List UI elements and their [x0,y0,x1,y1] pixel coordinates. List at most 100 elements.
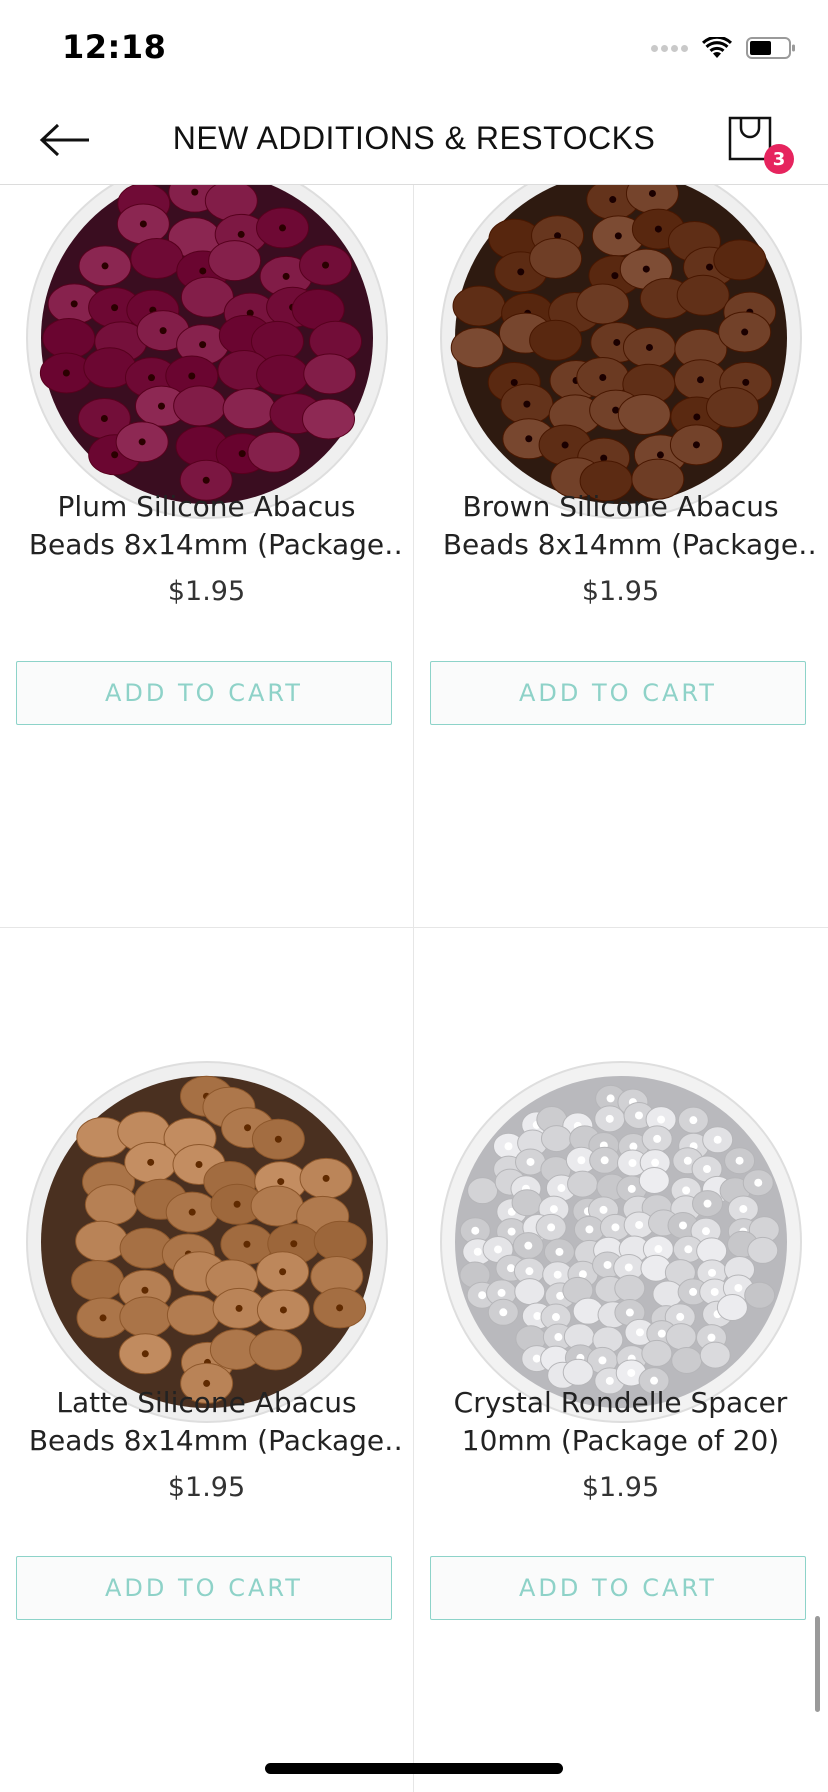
status-bar: 12:18 [0,0,828,96]
bead [567,1170,599,1198]
bead [450,327,504,369]
bead-hole [279,1268,287,1276]
bead [256,354,310,396]
bead-hole [739,1204,748,1213]
bead [250,1185,304,1227]
home-indicator[interactable] [265,1763,563,1774]
bead-hole [478,1291,487,1300]
product-name[interactable]: Latte Silicone Abacus Beads 8x14mm (Pack… [12,1384,401,1460]
arrow-left-icon [39,123,89,157]
bead-hole [510,378,518,386]
bead-hole [111,304,119,312]
bead-hole [708,1268,717,1277]
back-button[interactable] [30,114,100,166]
bead-hole [553,1270,562,1279]
bead [747,1236,779,1264]
bead-hole [547,1223,556,1232]
add-to-cart-button[interactable]: ADD TO CART [430,661,806,725]
bead-hole [549,1205,558,1214]
add-to-cart-button[interactable]: ADD TO CART [430,1556,806,1620]
bead-hole [282,272,290,280]
bead-hole [322,261,330,269]
bead-hole [191,188,199,196]
bead [452,285,506,327]
bead-hole [634,1111,643,1120]
bead [529,319,583,361]
bead-hole [697,376,705,384]
bead-hole [754,1178,763,1187]
bead [671,1346,703,1374]
bead [676,274,730,316]
cart-button[interactable]: 3 [726,112,794,174]
bead [247,431,301,473]
bead-hole [654,225,662,233]
bead-hole [684,1245,693,1254]
grid-divider-vertical [413,184,414,1792]
bead-hole [243,1240,251,1248]
bead-hole [70,300,78,308]
bead [71,1260,125,1302]
bead-hole [707,1333,716,1342]
scroll-indicator[interactable] [815,1616,820,1712]
bead-hole [473,1247,482,1256]
bead-hole [526,1157,535,1166]
bead-hole [159,327,167,335]
product-card[interactable]: Crystal Rondelle Spacer 10mm (Package of… [414,928,827,1792]
bead-bowl-image [440,1061,802,1423]
add-to-cart-button[interactable]: ADD TO CART [16,1556,392,1620]
product-card[interactable]: Latte Silicone Abacus Beads 8x14mm (Pack… [0,928,413,1792]
bead-hole [99,1314,107,1322]
bead-hole [624,1263,633,1272]
bead-hole [139,220,147,228]
bead-hole [141,1350,149,1358]
bead-hole [238,450,246,458]
bead-hole [507,1227,516,1236]
bead-hole [277,1178,285,1186]
product-image[interactable] [25,156,389,520]
bead-hole [279,1306,287,1314]
bead-hole [701,1227,710,1236]
bead-hole [506,1264,515,1273]
bead-hole [244,1124,252,1132]
product-name[interactable]: Crystal Rondelle Spacer 10mm (Package of… [426,1384,815,1460]
bead-hole [654,1245,663,1254]
bead-hole [651,1158,660,1167]
bead-hole [577,1156,586,1165]
bead-hole [657,1329,666,1338]
bead [511,1189,543,1217]
product-image[interactable] [439,156,803,520]
bead-hole [141,1286,149,1294]
product-price: $1.95 [581,576,660,607]
bead-hole [199,267,207,275]
product-name[interactable]: Brown Silicone Abacus Beads 8x14mm (Pack… [426,488,815,564]
battery-icon [746,37,795,59]
bead-hole [609,196,617,204]
bead-hole [600,1156,609,1165]
bead-hole [322,1174,330,1182]
bead-hole [157,402,165,410]
bead-hole [517,268,525,276]
bead-hole [614,232,622,240]
bead [208,240,262,282]
bead-hole [235,1304,243,1312]
bead-hole [603,1260,612,1269]
bead-hole [524,1241,533,1250]
bead-bowl-image [440,157,802,519]
bead [614,1274,646,1302]
bead-hole [62,369,70,377]
bead-hole [657,1115,666,1124]
bead-hole [682,1186,691,1195]
add-to-cart-button[interactable]: ADD TO CART [16,661,392,725]
bead-hole [532,1354,541,1363]
bead [222,388,276,430]
bead-hole [494,1245,503,1254]
product-price: $1.95 [581,1472,660,1503]
bead [641,1339,673,1367]
bead-hole [741,328,749,336]
app-header: NEW ADDITIONS & RESTOCKS 3 [0,96,828,185]
product-image[interactable] [25,1060,389,1424]
product-name[interactable]: Plum Silicone Abacus Beads 8x14mm (Packa… [12,488,401,564]
bead [42,317,96,359]
bead-hole [188,372,196,380]
product-image[interactable] [439,1060,803,1424]
